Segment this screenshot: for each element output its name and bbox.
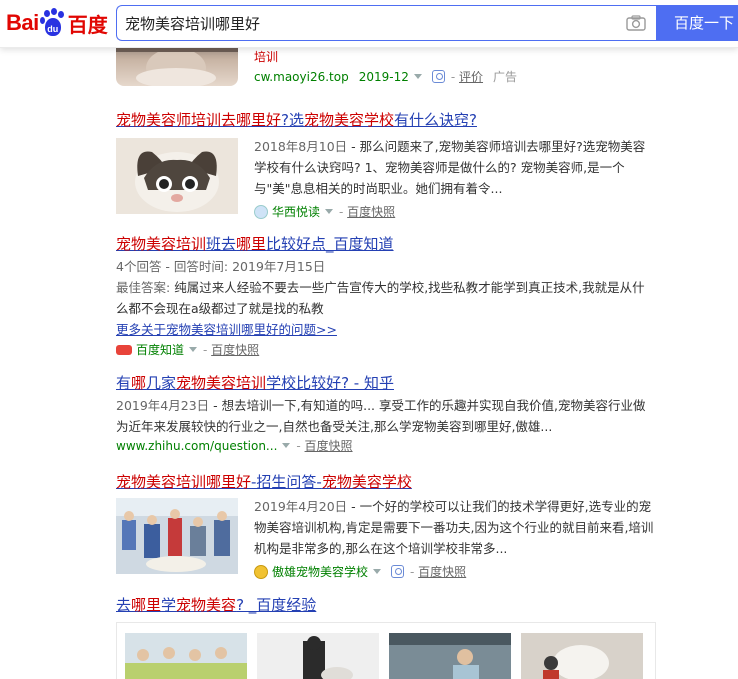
ad-date: 2019-12 (358, 69, 409, 84)
result-2-source[interactable]: 百度知道 (136, 341, 184, 358)
result-1-meta: 华西悦读 - 百度快照 (254, 203, 656, 220)
dropdown-caret-icon[interactable] (413, 74, 422, 79)
ad-review-link[interactable]: 评价 (459, 68, 483, 85)
result-1-snapshot[interactable]: 百度快照 (347, 203, 395, 220)
result-5-title[interactable]: 去哪里学宠物美容? _百度经验 (116, 595, 656, 615)
baidu-logo[interactable]: Bai du 百度 (6, 8, 108, 38)
gallery-image-1[interactable] (125, 633, 247, 679)
gallery-image-4[interactable] (521, 633, 643, 679)
verified-icon[interactable] (431, 70, 445, 83)
search-box (116, 5, 658, 41)
aoxiong-site-icon (254, 564, 268, 579)
result-2-best-answer: 最佳答案: 纯属过来人经验不要去一些广告宣传大的学校,找些私教才能学到真正技术,… (116, 280, 645, 316)
dropdown-caret-icon[interactable] (373, 569, 382, 574)
verified-icon[interactable] (391, 565, 405, 578)
result-1-body: 2018年8月10日 - 那么问题来了,宠物美容师培训去哪里好?选宠物美容学校有… (254, 136, 656, 220)
dropdown-caret-icon[interactable] (282, 443, 291, 448)
result-3-snapshot[interactable]: 百度快照 (305, 437, 353, 454)
paw-icon: du (39, 8, 66, 37)
result-2-title[interactable]: 宠物美容培训班去哪里比较好点_百度知道 (116, 234, 656, 254)
ad-label: 广告 (493, 70, 518, 84)
result-2: 宠物美容培训班去哪里比较好点_百度知道 4个回答 - 回答时间: 2019年7月… (116, 234, 656, 358)
result-2-meta-info: 4个回答 - 回答时间: 2019年7月15日 (116, 259, 326, 274)
result-4-meta: 傲雄宠物美容学校 - 百度快照 (254, 563, 656, 580)
ad-meta: cw.maoyi26.top 2019-12 - 评价 广告 (254, 68, 518, 85)
result-4: 宠物美容培训哪里好-招生问答-宠物美容学校 2019年4月20日 - 一个好的学… (116, 472, 656, 579)
logo-text-du: du (44, 18, 61, 36)
dropdown-caret-icon[interactable] (325, 209, 334, 214)
search-button[interactable]: 百度一下 (656, 5, 738, 41)
result-5-image-gallery (116, 622, 656, 679)
result-2-more-link[interactable]: 更多关于宠物美容培训哪里好的问题>> (116, 319, 656, 338)
result-4-title[interactable]: 宠物美容培训哪里好-招生问答-宠物美容学校 (116, 472, 656, 492)
result-3-snippet: 2019年4月23日 - 想去培训一下,有知道的吗... 享受工作的乐趣并实现自… (116, 398, 646, 434)
search-header: Bai du 百度 百度一下 (0, 0, 738, 48)
gallery-image-2[interactable] (257, 633, 379, 679)
zhidao-site-icon (116, 344, 132, 355)
logo-text-zh: 百度 (67, 12, 108, 37)
search-input[interactable] (125, 6, 615, 40)
result-2-meta: 百度知道 - 百度快照 (116, 341, 656, 358)
result-3-title[interactable]: 有哪几家宠物美容培训学校比较好? - 知乎 (116, 373, 656, 393)
ad-desc-tail: 培训 (254, 50, 279, 64)
result-3-meta: www.zhihu.com/question... - 百度快照 (116, 437, 353, 454)
huaxi-site-icon (254, 204, 268, 219)
result-4-snapshot[interactable]: 百度快照 (418, 563, 466, 580)
result-3: 有哪几家宠物美容培训学校比较好? - 知乎 2019年4月23日 - 想去培训一… (116, 373, 656, 454)
ad-url[interactable]: cw.maoyi26.top (254, 70, 349, 84)
result-4-thumbnail[interactable] (116, 498, 238, 574)
result-4-body: 2019年4月20日 - 一个好的学校可以让我们的技术学得更好,选专业的宠物美容… (254, 496, 656, 580)
result-2-snapshot[interactable]: 百度快照 (211, 341, 259, 358)
result-1-thumbnail[interactable] (116, 138, 238, 214)
result-1-snippet: 2018年8月10日 - 那么问题来了,宠物美容师培训去哪里好?选宠物美容学校有… (254, 139, 646, 196)
result-4-snippet: 2019年4月20日 - 一个好的学校可以让我们的技术学得更好,选专业的宠物美容… (254, 499, 654, 556)
result-5: 去哪里学宠物美容? _百度经验 (116, 595, 656, 615)
result-1-title[interactable]: 宠物美容师培训去哪里好?选宠物美容学校有什么诀窍? (116, 110, 656, 130)
result-1-source[interactable]: 华西悦读 (272, 203, 320, 220)
gallery-image-3[interactable] (389, 633, 511, 679)
logo-text-bai: Bai (6, 10, 39, 35)
result-4-source[interactable]: 傲雄宠物美容学校 (272, 563, 368, 580)
dropdown-caret-icon[interactable] (189, 347, 198, 352)
camera-icon[interactable] (626, 15, 646, 31)
result-1: 宠物美容师培训去哪里好?选宠物美容学校有什么诀窍? 2018年8月10日 - 那… (116, 110, 656, 219)
result-3-url[interactable]: www.zhihu.com/question... (116, 439, 277, 453)
